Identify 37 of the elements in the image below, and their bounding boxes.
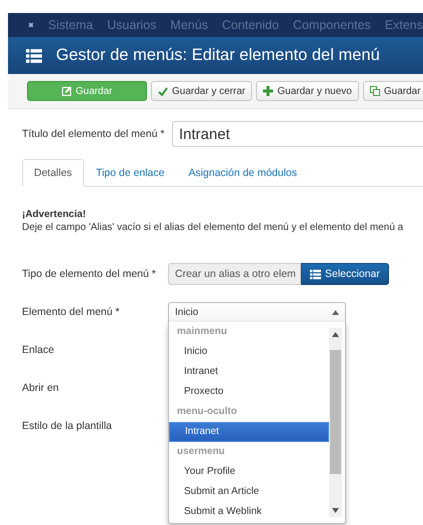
field-label: Tipo de elemento del menú * xyxy=(22,268,157,280)
dropdown-option[interactable]: Proxecto xyxy=(169,382,329,402)
page-title: Gestor de menús: Editar elemento del menú xyxy=(56,46,380,65)
dropdown-option[interactable]: Inicio xyxy=(169,342,329,362)
save-button[interactable]: Guardar y nuevo xyxy=(256,81,359,101)
dropdown-option[interactable]: Intranet xyxy=(169,362,329,382)
field-label: Abrir en xyxy=(22,382,60,394)
list-icon xyxy=(26,48,42,64)
copy-icon xyxy=(370,86,380,96)
field-label: Enlace xyxy=(22,344,56,356)
option-group-label: menu-oculto xyxy=(176,405,238,419)
field-label: Título del elemento del menú * xyxy=(22,128,166,140)
dropdown-option[interactable]: Intranet xyxy=(169,422,329,442)
dropdown-option[interactable]: Submit an Article xyxy=(169,482,329,502)
save-button[interactable]: Guardar xyxy=(362,81,423,101)
select-button[interactable]: Seleccionar xyxy=(301,263,389,285)
menu-type-field: Crear un alias a otro elem xyxy=(168,263,301,285)
caret-icon xyxy=(332,310,339,314)
tab[interactable]: Detalles xyxy=(22,159,84,187)
scroll-up-icon[interactable] xyxy=(332,332,339,336)
dropdown-option[interactable]: Your Profile xyxy=(169,462,329,482)
warning-text: Deje el campo 'Alias' vacío si el alias del elemento del menú y el elemento del menú a xyxy=(22,222,404,233)
field-label: Elemento del menú * xyxy=(22,306,120,318)
option-group-label: mainmenu xyxy=(176,325,228,339)
field-label: Estilo de la plantilla xyxy=(22,420,113,432)
dropdown-option[interactable]: Submit a Weblink xyxy=(169,502,329,522)
edit-icon xyxy=(62,86,72,96)
plus-icon xyxy=(263,86,274,96)
save-button[interactable]: Guardar y cerrar xyxy=(151,81,252,101)
option-group-label: usermenu xyxy=(176,445,226,459)
list-icon xyxy=(310,268,321,280)
menu-item-select[interactable]: Inicio xyxy=(168,302,346,322)
check-icon xyxy=(158,86,168,96)
scroll-down-icon[interactable] xyxy=(332,508,339,512)
title-input[interactable]: Intranet xyxy=(172,121,423,147)
scrollbar[interactable] xyxy=(329,328,342,516)
warning-heading: ¡Advertencia! xyxy=(22,209,87,220)
